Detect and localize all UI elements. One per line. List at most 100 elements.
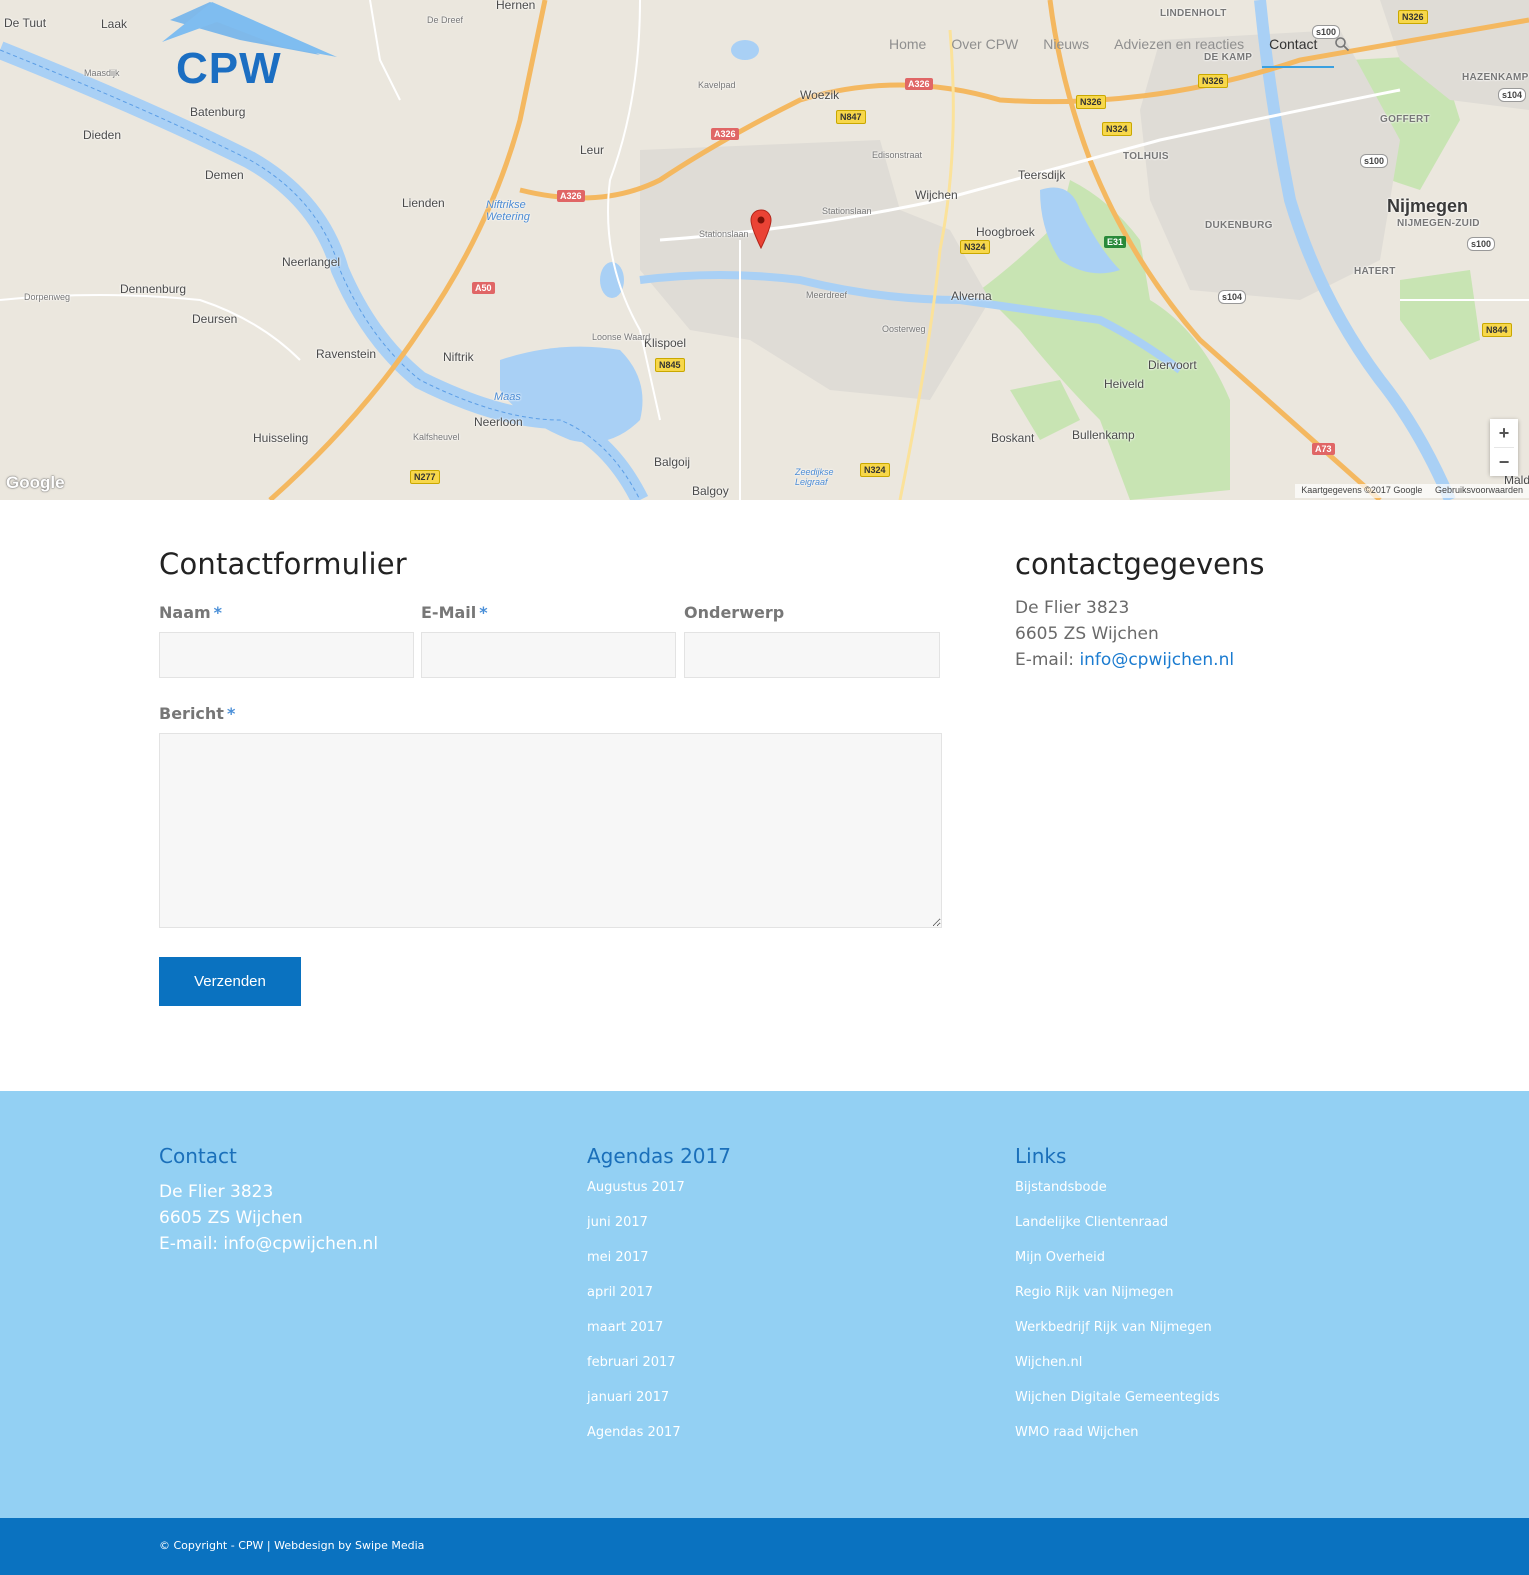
agenda-link[interactable]: Augustus 2017 <box>587 1180 685 1195</box>
message-label-text: Bericht <box>159 704 224 723</box>
footer-link[interactable]: Werkbedrijf Rijk van Nijmegen <box>1015 1320 1212 1335</box>
nav-nieuws[interactable]: Nieuws <box>1043 36 1089 52</box>
map-road-label: Kalfsheuvel <box>413 432 460 442</box>
active-nav-indicator <box>1262 66 1334 68</box>
footer-contact-text: De Flier 3823 6605 ZS Wijchen E-mail: in… <box>159 1179 378 1257</box>
list-item: maart 2017 <box>587 1319 685 1354</box>
footer-agendas-title: Agendas 2017 <box>587 1144 731 1168</box>
list-item: januari 2017 <box>587 1389 685 1424</box>
map-road-label: Dorpenweg <box>24 292 71 302</box>
list-item: Landelijke Clientenraad <box>1015 1214 1220 1249</box>
map-label: Alverna <box>951 289 992 303</box>
agenda-link[interactable]: maart 2017 <box>587 1320 663 1335</box>
copyright-text: © Copyright - CPW | Webdesign by Swipe M… <box>159 1539 425 1552</box>
contact-section: Contactformulier Naam * E-Mail * Onderwerp… <box>0 500 1529 1091</box>
list-item: Regio Rijk van Nijmegen <box>1015 1284 1220 1319</box>
footer-link[interactable]: Regio Rijk van Nijmegen <box>1015 1285 1173 1300</box>
search-icon[interactable] <box>1334 36 1350 52</box>
road-shield: N324 <box>1102 122 1132 136</box>
footer-link[interactable]: Mijn Overheid <box>1015 1250 1105 1265</box>
subject-label-text: Onderwerp <box>684 603 785 622</box>
map-city-label: Nijmegen <box>1387 196 1469 216</box>
zoom-in-button[interactable]: + <box>1490 419 1518 447</box>
nav-over-cpw[interactable]: Over CPW <box>951 36 1018 52</box>
name-label: Naam * <box>159 603 222 622</box>
cpw-logo[interactable]: CPW <box>162 2 342 94</box>
map-terms-link[interactable]: Gebruiksvoorwaarden <box>1435 485 1523 495</box>
submit-button[interactable]: Verzenden <box>159 957 301 1006</box>
map-district-label: NIJMEGEN-ZUID <box>1397 218 1480 229</box>
logo-text: CPW <box>176 44 282 93</box>
map-road-label: Oosterweg <box>882 324 926 334</box>
copyright-bar: © Copyright - CPW | Webdesign by Swipe M… <box>0 1518 1529 1575</box>
road-shield: A326 <box>557 190 585 202</box>
list-item: juni 2017 <box>587 1214 685 1249</box>
agenda-link[interactable]: mei 2017 <box>587 1250 649 1265</box>
road-shield: A326 <box>905 78 933 90</box>
map-label: Neerlangel <box>282 255 341 269</box>
footer-link[interactable]: WMO raad Wijchen <box>1015 1425 1139 1440</box>
road-shield: N277 <box>410 470 440 484</box>
agenda-link[interactable]: Agendas 2017 <box>587 1425 681 1440</box>
map-road-label: Edisonstraat <box>872 150 923 160</box>
email-input[interactable] <box>421 632 676 678</box>
footer-link[interactable]: Landelijke Clientenraad <box>1015 1215 1168 1230</box>
footer-link[interactable]: Wijchen Digitale Gemeentegids <box>1015 1390 1220 1405</box>
map-label: Heiveld <box>1104 377 1145 391</box>
required-mark: * <box>213 603 223 622</box>
contact-details-title: contactgegevens <box>1015 547 1265 581</box>
required-mark: * <box>479 603 488 622</box>
road-shield: N326 <box>1398 10 1428 24</box>
road-shield: A73 <box>1312 443 1335 455</box>
map-road-label: Loonse Waard <box>592 332 651 342</box>
nav-home[interactable]: Home <box>889 36 926 52</box>
email-link[interactable]: info@cpwijchen.nl <box>1079 650 1234 670</box>
google-logo[interactable]: Google <box>6 473 65 493</box>
agenda-link[interactable]: april 2017 <box>587 1285 653 1300</box>
road-shield: N326 <box>1198 74 1228 88</box>
list-item: mei 2017 <box>587 1249 685 1284</box>
subject-label: Onderwerp <box>684 603 784 622</box>
agenda-link[interactable]: juni 2017 <box>587 1215 648 1230</box>
road-shield: N844 <box>1482 323 1512 337</box>
map-district-label: GOFFERT <box>1380 114 1430 125</box>
map-label: Neerloon <box>474 415 523 429</box>
footer-contact-title: Contact <box>159 1144 237 1168</box>
map-label: Bullenkamp <box>1072 428 1135 442</box>
message-textarea[interactable] <box>159 733 942 928</box>
road-shield: N847 <box>836 110 866 124</box>
email-prefix: E-mail: <box>1015 650 1080 670</box>
list-item: Wijchen Digitale Gemeentegids <box>1015 1389 1220 1424</box>
map-label: Huisseling <box>253 431 309 445</box>
nav-adviezen[interactable]: Adviezen en reacties <box>1114 36 1244 52</box>
zoom-out-button[interactable]: − <box>1490 448 1518 476</box>
footer-link[interactable]: Wijchen.nl <box>1015 1355 1082 1370</box>
map-label: Wijchen <box>915 188 958 202</box>
list-item: WMO raad Wijchen <box>1015 1424 1220 1459</box>
subject-input[interactable] <box>684 632 940 678</box>
map-label: Laak <box>101 17 128 31</box>
road-shield: E31 <box>1104 236 1127 248</box>
footer: Contact De Flier 3823 6605 ZS Wijchen E-… <box>0 1091 1529 1518</box>
map-pin-icon[interactable] <box>750 209 772 249</box>
address-line: 6605 ZS Wijchen <box>1015 624 1159 644</box>
map-label: Dieden <box>83 128 122 142</box>
road-shield: s100 <box>1467 237 1496 251</box>
name-input[interactable] <box>159 632 414 678</box>
map-attribution: Kaartgegevens ©2017 Google Gebruiksvoorw… <box>1295 484 1529 498</box>
map-label: Ravenstein <box>316 347 377 361</box>
footer-link[interactable]: Bijstandsbode <box>1015 1180 1107 1195</box>
agenda-link[interactable]: februari 2017 <box>587 1355 676 1370</box>
footer-email-line: E-mail: info@cpwijchen.nl <box>159 1234 379 1254</box>
map-road-label: Stationslaan <box>699 229 749 239</box>
list-item: Agendas 2017 <box>587 1424 685 1459</box>
map-label: Boskant <box>991 431 1035 445</box>
map-label: Niftrik <box>443 350 474 364</box>
nav-contact[interactable]: Contact <box>1269 36 1317 52</box>
name-label-text: Naam <box>159 603 211 622</box>
agenda-link[interactable]: januari 2017 <box>587 1390 669 1405</box>
road-shield: s104 <box>1218 290 1247 304</box>
map-label: De Tuut <box>4 16 47 30</box>
list-item: Wijchen.nl <box>1015 1354 1220 1389</box>
map-label: Diervoort <box>1148 358 1197 372</box>
